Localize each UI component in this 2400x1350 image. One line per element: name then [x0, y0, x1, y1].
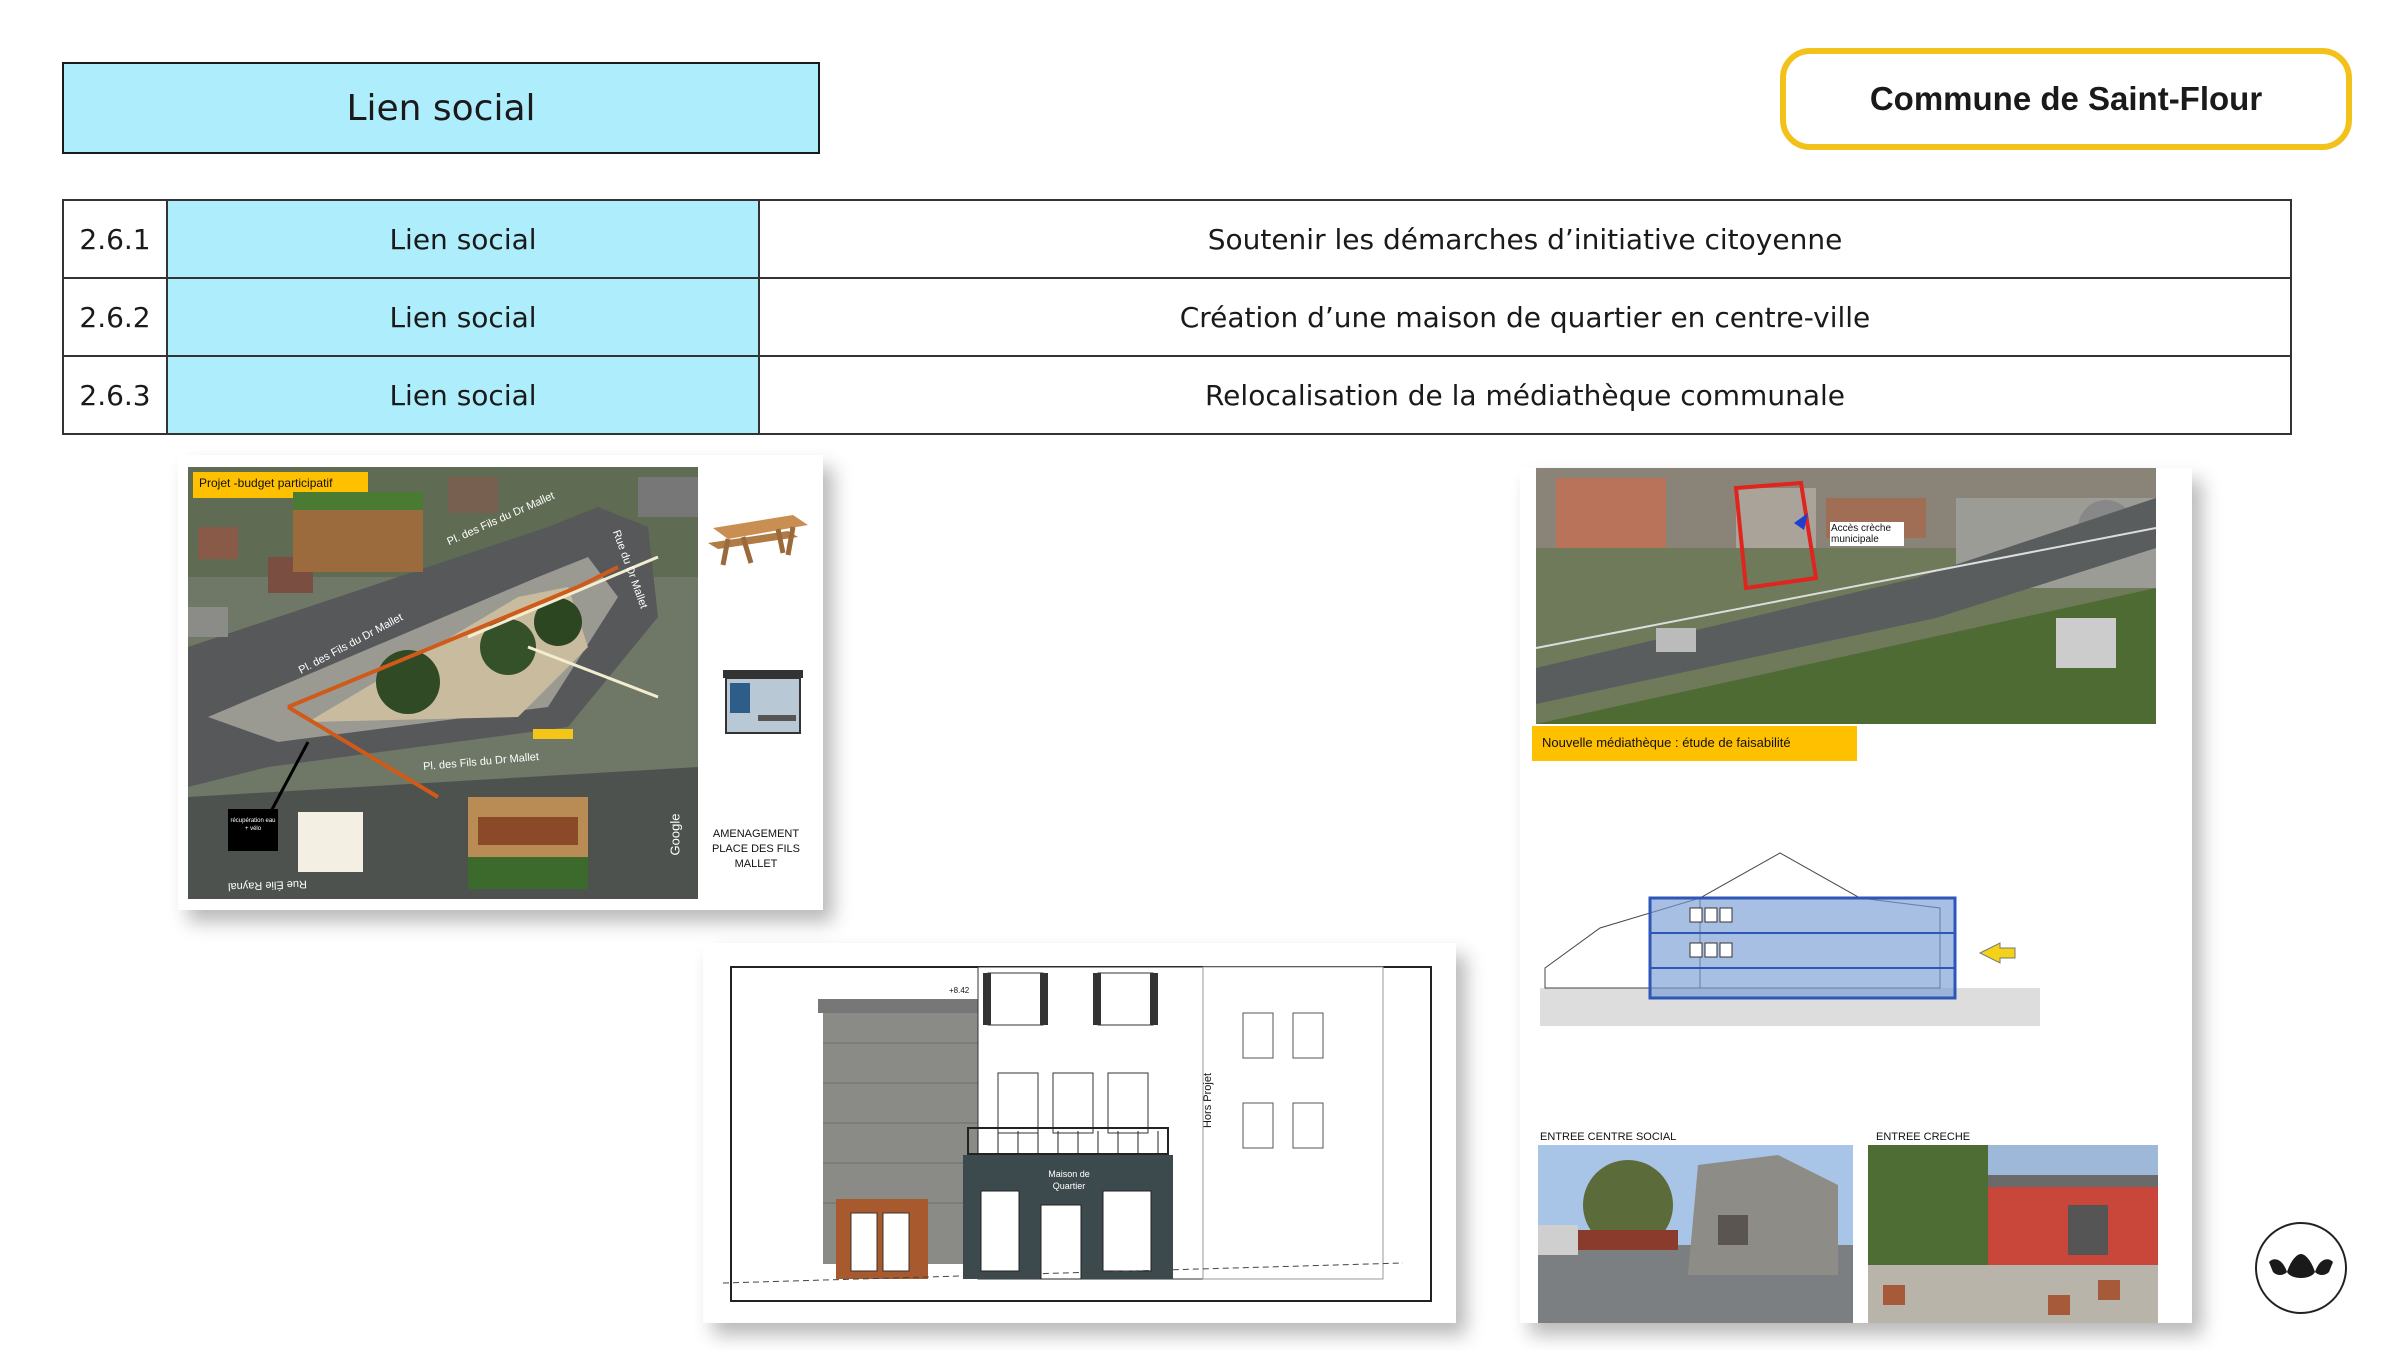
- action-number: 2.6.3: [62, 355, 168, 435]
- google-watermark: Google: [667, 813, 683, 856]
- budget-project-card: Projet -budget participatif Pl. des Fils…: [178, 455, 823, 910]
- brand-logo: [2255, 1222, 2347, 1314]
- action-number: 2.6.2: [62, 277, 168, 357]
- bus-shelter-icon: [723, 670, 803, 734]
- aerial-map: [1536, 468, 2156, 724]
- action-category: Lien social: [166, 355, 760, 435]
- action-number: 2.6.1: [62, 199, 168, 279]
- hors-projet-label: Hors Projet: [1202, 1072, 1215, 1129]
- table-row: 2.6.2 Lien social Création d’une maison …: [62, 277, 2292, 357]
- black-label: récupération eau + vélo: [230, 818, 276, 832]
- action-label: Relocalisation de la médiathèque communa…: [758, 355, 2292, 435]
- access-label: Accès crèche municipale: [1830, 522, 1904, 546]
- section-title: Lien social: [62, 62, 820, 154]
- action-category: Lien social: [166, 199, 760, 279]
- maison-sign: Maison de Quartier: [1048, 1169, 1090, 1191]
- action-label: Création d’une maison de quartier en cen…: [758, 277, 2292, 357]
- street-label: Rue Élie Raynal: [227, 877, 308, 893]
- action-label: Soutenir les démarches d’initiative cito…: [758, 199, 2292, 279]
- level-mark: +8.42: [949, 986, 970, 995]
- facade-drawing: [722, 966, 1432, 1302]
- photo-caption: ENTREE CENTRE SOCIAL: [1540, 1131, 1677, 1143]
- maison-quartier-card: Maison de Quartier Hors Projet +8.42: [703, 943, 1456, 1323]
- table-row: 2.6.3 Lien social Relocalisation de la m…: [62, 355, 2292, 435]
- mediatheque-tag: Nouvelle médiathèque : étude de faisabil…: [1532, 726, 1857, 761]
- logo-icon: [2269, 1254, 2333, 1278]
- photo-caption: ENTREE CRECHE: [1876, 1131, 1971, 1143]
- picnic-table-icon: [708, 515, 808, 566]
- creche-photo: [1868, 1145, 2158, 1323]
- section-drawing: [1540, 852, 2040, 1026]
- project-caption: AMENAGEMENT PLACE DES FILS MALLET: [711, 828, 801, 870]
- commune-badge: Commune de Saint-Flour: [1780, 48, 2352, 150]
- aerial-map: Projet -budget participatif Pl. des Fils…: [188, 467, 698, 899]
- mediatheque-card: Accès crèche municipale Nouvelle médiath…: [1520, 468, 2192, 1323]
- action-category: Lien social: [166, 277, 760, 357]
- table-row: 2.6.1 Lien social Soutenir les démarches…: [62, 199, 2292, 279]
- centre-social-photo: [1538, 1145, 1853, 1323]
- budget-project-tag: Projet -budget participatif: [199, 476, 333, 490]
- actions-table: 2.6.1 Lien social Soutenir les démarches…: [62, 199, 2292, 435]
